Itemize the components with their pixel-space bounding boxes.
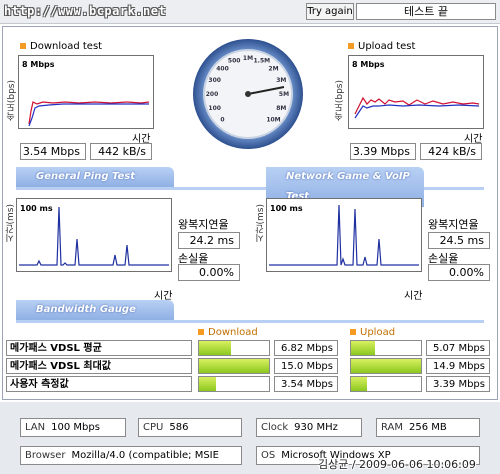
gauge-tick-label: 400 — [216, 66, 229, 73]
lan-info: LAN 100 Mbps — [20, 418, 126, 437]
ping-left-graph: 100 ms — [16, 198, 172, 272]
gauge-tick-label: 200 — [206, 91, 219, 98]
gauge-tick-label: 1.5M — [253, 58, 270, 65]
bandwidth-upload-value: 14.9 Mbps — [426, 358, 490, 374]
bandwidth-upload-bar — [350, 358, 422, 374]
timestamp-stamp: 김상균 / 2009-06-06 10:06:09 — [318, 458, 476, 471]
bandwidth-download-bar — [198, 376, 270, 392]
bandwidth-download-value: 3.54 Mbps — [274, 376, 338, 392]
bandwidth-download-value: 15.0 Mbps — [274, 358, 338, 374]
bandwidth-download-header: Download — [198, 327, 258, 338]
bandwidth-download-bar — [198, 358, 270, 374]
download-graph-plot: 8 Mbps — [22, 60, 150, 127]
browser-info: Browser Mozilla/4.0 (compatible; MSIE — [20, 446, 242, 465]
site-url: http://www.bcpark.net — [4, 4, 167, 18]
clock-label: Clock — [261, 422, 289, 433]
ping-right-time-label: 시간 — [404, 291, 423, 302]
ping-left-scale: 100 ms — [20, 204, 53, 213]
download-axis-label: 속도(bps) — [7, 80, 17, 122]
gauge-tick-label: 1M — [243, 55, 253, 62]
ping-left-plot: 100 ms — [19, 204, 169, 266]
bandwidth-upload-bar — [350, 340, 422, 356]
download-speed-field: 3.54 Mbps — [20, 143, 86, 160]
lan-label: LAN — [25, 422, 46, 433]
upload-axis-label: 속도(bps) — [335, 80, 345, 122]
tab-bandwidth-gauge[interactable]: Bandwidth Gauge — [16, 300, 174, 320]
upload-rate-field: 424 kB/s — [420, 143, 482, 160]
bandwidth-upload-header: Upload — [350, 327, 395, 338]
download-scale: 8 Mbps — [22, 60, 55, 69]
gauge-tick-label: 10M — [266, 117, 280, 124]
bandwidth-upload-value: 5.07 Mbps — [426, 340, 490, 356]
tab-general-ping-label: General Ping Test — [16, 167, 174, 187]
gauge-tick-label: 500 — [228, 58, 241, 65]
bandwidth-upload-bar-fill — [351, 359, 421, 373]
try-again-button[interactable]: Try again — [306, 3, 354, 20]
bandwidth-download-bullet-icon — [198, 329, 204, 335]
cpu-value: 586 — [169, 422, 189, 433]
bandwidth-row-label: 사용자 측정값 — [6, 376, 192, 392]
lan-value: 100 Mbps — [51, 422, 100, 433]
ping-right-rtt-field: 24.5 ms — [428, 232, 490, 249]
bandwidth-download-bar-fill — [199, 341, 231, 355]
ping-right-series — [269, 204, 419, 266]
bandwidth-upload-bar-fill — [351, 341, 375, 355]
ping-right-loss-field: 0.00% — [428, 264, 490, 281]
upload-graph-plot: 8 Mbps — [352, 60, 480, 119]
download-graph: 8 Mbps — [18, 55, 154, 129]
gauge-tick-label: 5M — [279, 91, 289, 98]
speed-gauge: 0 100 200 300 400500 1M 1.5M2M 3M 5M 8M 10M — [193, 39, 303, 149]
bandwidth-download-bar-fill — [199, 359, 269, 373]
ping-left-series — [19, 206, 169, 266]
ping-right-graph: 100 ms — [266, 198, 422, 272]
gauge-tick-label: 2M — [268, 66, 278, 73]
bandwidth-upload-bullet-icon — [350, 329, 356, 335]
bandwidth-download-bar — [198, 340, 270, 356]
upload-scale: 8 Mbps — [352, 60, 385, 69]
tab-general-ping[interactable]: General Ping Test — [16, 167, 174, 187]
upload-bullet-icon — [348, 43, 354, 49]
ping-right-scale: 100 ms — [270, 204, 303, 213]
bandwidth-upload-value: 3.39 Mbps — [426, 376, 490, 392]
ping-left-rtt-label: 왕복지연율 — [178, 218, 229, 231]
os-label: OS — [261, 450, 276, 461]
tab-divider-bottom — [16, 320, 484, 323]
bandwidth-row-label: 메가패스 VDSL 평균 — [6, 340, 192, 356]
gauge-tick-label: 0 — [220, 117, 224, 124]
download-rate-field: 442 kB/s — [90, 143, 152, 160]
gauge-hub — [245, 91, 251, 97]
clock-info: Clock 930 MHz — [256, 418, 362, 437]
tab-bandwidth-label: Bandwidth Gauge — [16, 300, 174, 320]
browser-value: Mozilla/4.0 (compatible; MSIE — [71, 450, 219, 461]
gauge-tick-label: 300 — [208, 77, 221, 84]
gauge-tick-label: 8M — [276, 105, 286, 112]
bandwidth-download-value: 6.82 Mbps — [274, 340, 338, 356]
download-title: Download test — [20, 41, 102, 52]
ping-left-loss-field: 0.00% — [178, 264, 240, 281]
upload-speed-field: 3.39 Mbps — [350, 143, 416, 160]
download-series-blue — [28, 103, 149, 127]
bandwidth-upload-bar-fill — [351, 377, 368, 391]
ping-right-rtt-label: 왕복지연율 — [428, 218, 479, 231]
cpu-info: CPU 586 — [138, 418, 242, 437]
ram-info: RAM 256 MB — [376, 418, 480, 437]
ram-label: RAM — [381, 422, 404, 433]
cpu-label: CPU — [143, 422, 164, 433]
bandwidth-row-label: 메가패스 VDSL 최대값 — [6, 358, 192, 374]
ping-right-plot: 100 ms — [269, 204, 419, 266]
gauge-tick-label: 3M — [276, 77, 286, 84]
upload-series-blue — [354, 104, 480, 119]
upload-title: Upload test — [348, 41, 415, 52]
status-field: 테스트 끝 — [356, 3, 496, 20]
bandwidth-download-bar-fill — [199, 377, 216, 391]
clock-value: 930 MHz — [294, 422, 338, 433]
gauge-tick-label: 100 — [208, 105, 221, 112]
upload-graph: 8 Mbps — [348, 55, 484, 129]
download-bullet-icon — [20, 43, 26, 49]
bandwidth-upload-bar — [350, 376, 422, 392]
ram-value: 256 MB — [409, 422, 447, 433]
ping-left-rtt-field: 24.2 ms — [178, 232, 240, 249]
browser-label: Browser — [25, 450, 66, 461]
